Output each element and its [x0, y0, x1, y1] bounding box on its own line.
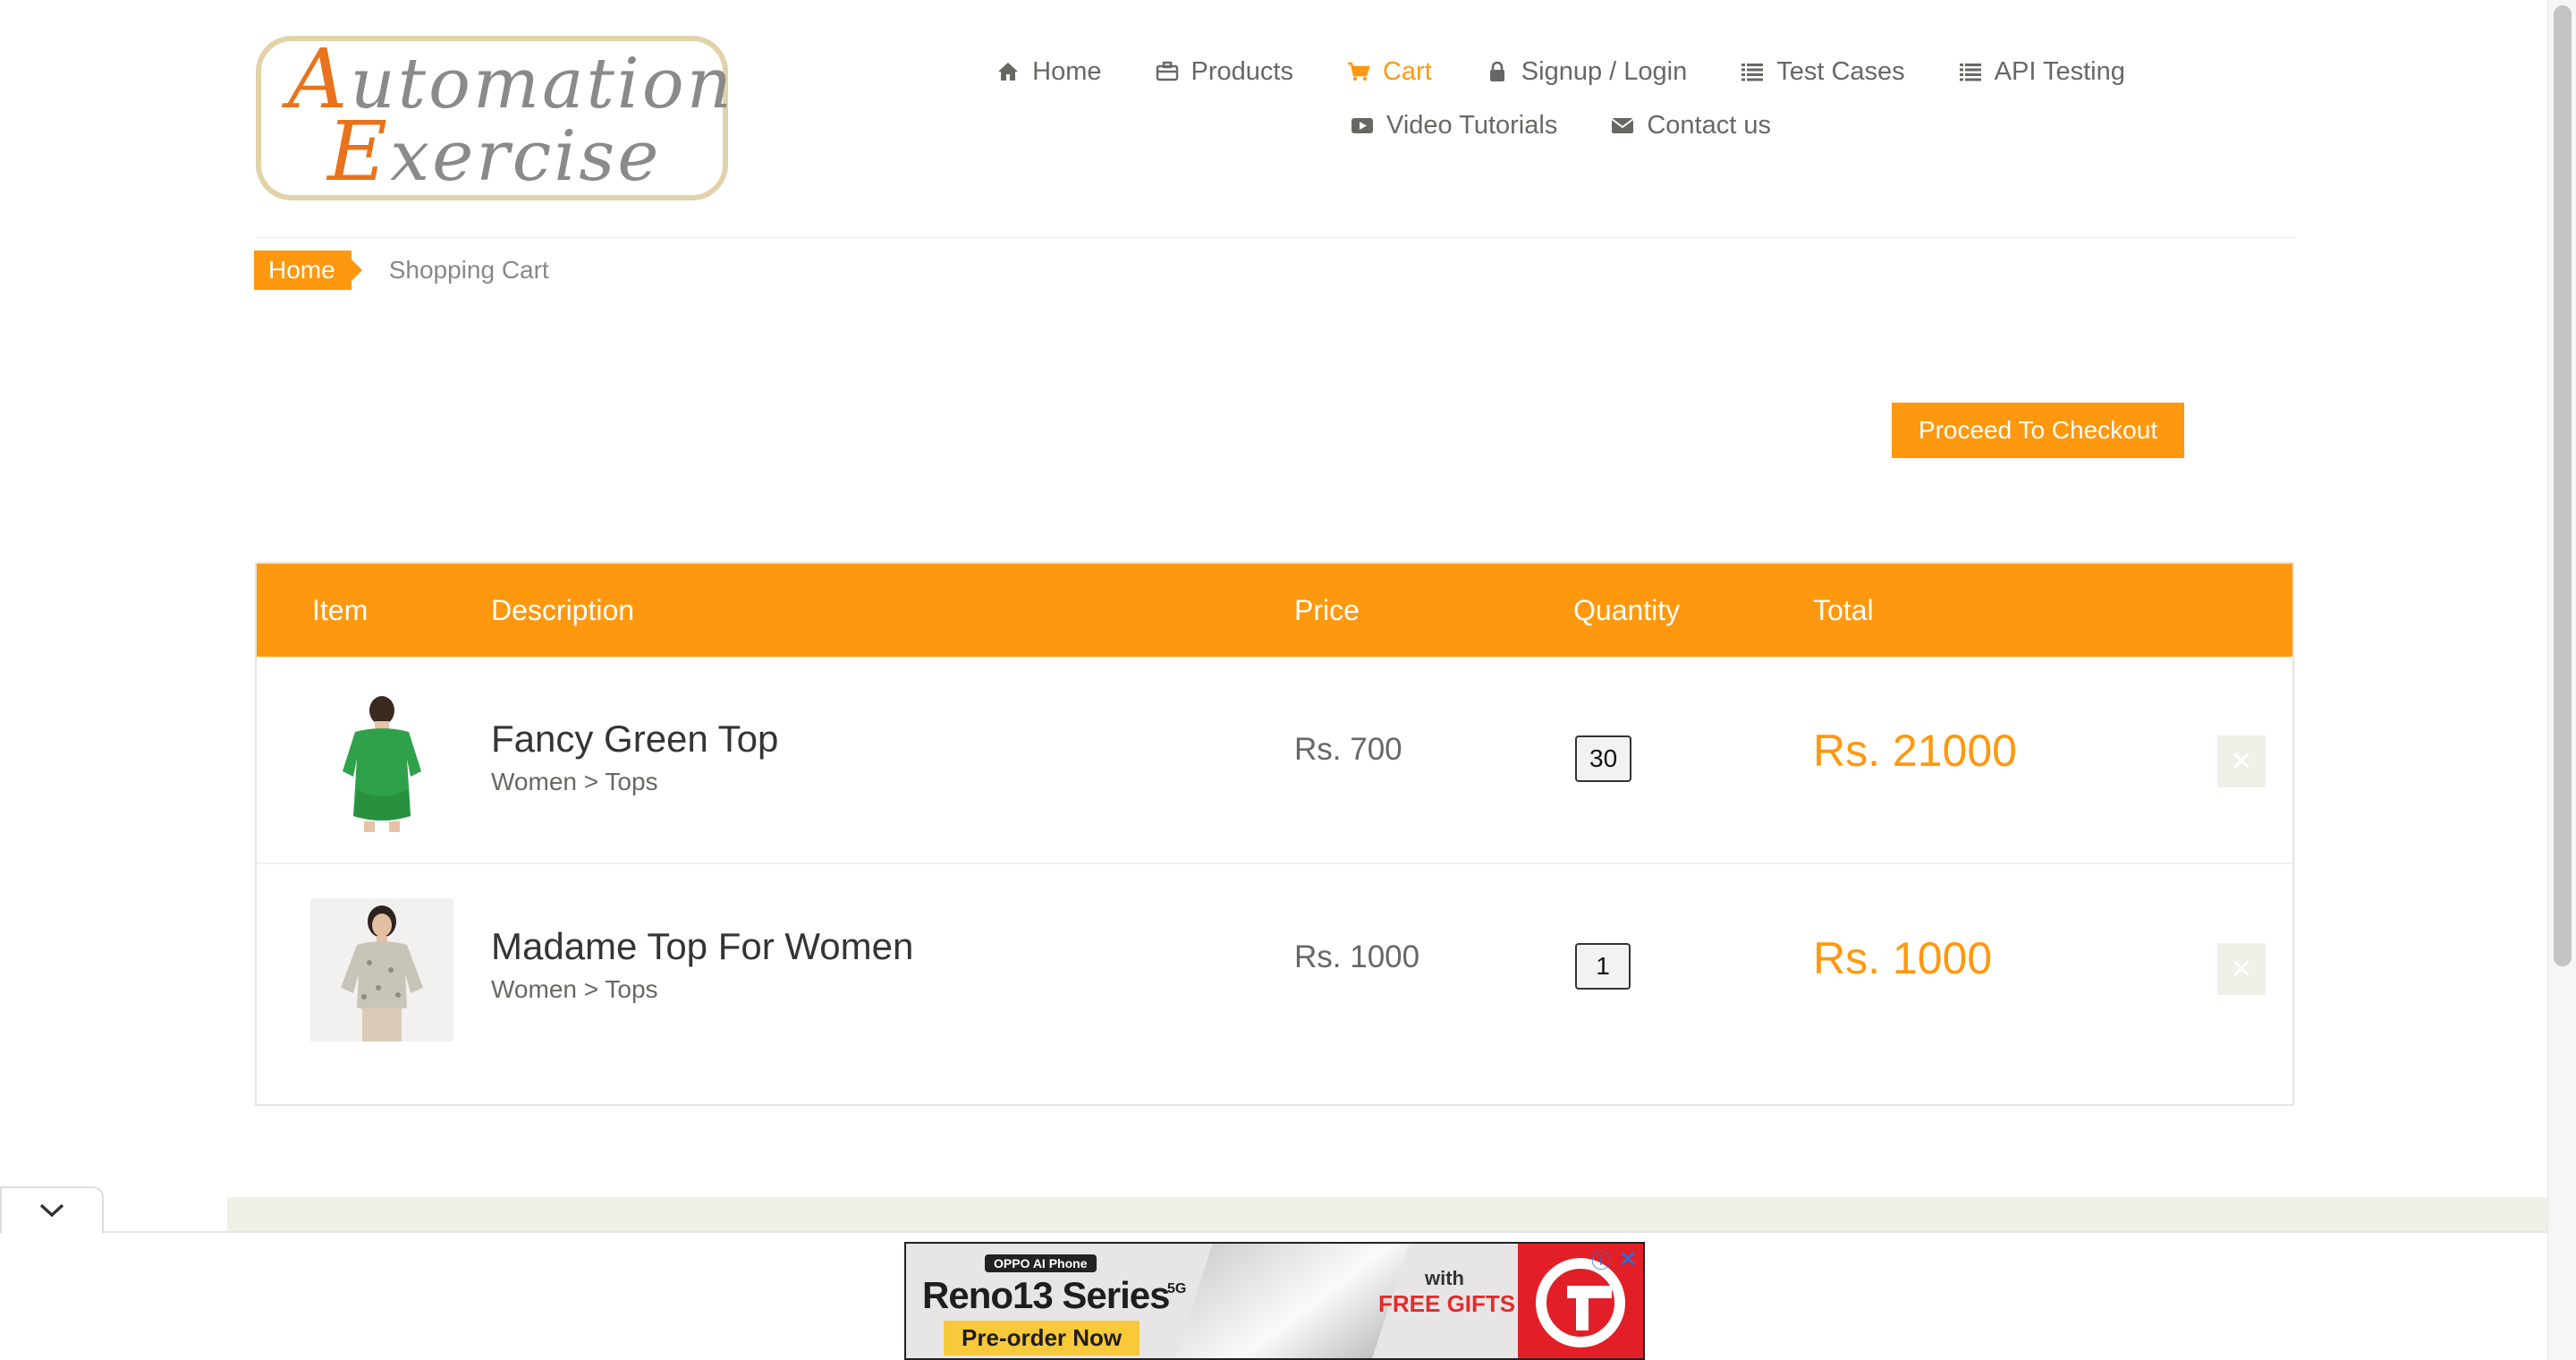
ad-gifts: FREE GIFTS [1378, 1290, 1516, 1317]
logo-rest-1: utomation [350, 44, 734, 124]
product-name-link[interactable]: Madame Top For Women [491, 925, 913, 968]
logo-rest-2: xercise [390, 116, 662, 197]
nav-row-2: Video Tutorials Contact us [975, 106, 2147, 145]
ad-cta: Pre-order Now [944, 1321, 1140, 1356]
nav-test-cases-label: Test Cases [1776, 56, 1905, 86]
nav-products[interactable]: Products [1129, 52, 1320, 91]
col-header-quantity: Quantity [1573, 594, 1681, 626]
ad-badge: 5G [1167, 1281, 1187, 1296]
breadcrumb-home-link[interactable]: Home [254, 251, 362, 290]
lock-icon [1489, 61, 1504, 81]
ad-with: with [1425, 1267, 1464, 1289]
page: Automation Exercise Home Products Cart S… [0, 0, 2576, 1360]
product-quantity: 30 [1575, 735, 1632, 782]
green-top-image[interactable] [310, 691, 453, 834]
product-name-link[interactable]: Fancy Green Top [491, 718, 778, 761]
ad-title: Reno13 Series [922, 1274, 1170, 1316]
col-header-total: Total [1813, 594, 1874, 626]
ad-brand: OPPO AI Phone [985, 1254, 1097, 1272]
delete-item-button[interactable]: ✕ [2217, 943, 2266, 995]
product-quantity: 1 [1575, 943, 1631, 990]
table-row: Madame Top For Women Women > Tops Rs. 10… [257, 864, 2292, 1072]
nav-home[interactable]: Home [970, 52, 1128, 91]
nav-products-label: Products [1191, 56, 1293, 86]
nav-contact-us-label: Contact us [1647, 110, 1771, 140]
advertisement-banner[interactable]: OPPO AI Phone Reno13 Series 5G Pre-order… [904, 1242, 1645, 1360]
product-price: Rs. 700 [1294, 732, 1402, 767]
proceed-to-checkout-button[interactable]: Proceed To Checkout [1892, 403, 2184, 458]
ad-close-icon[interactable]: ✕ [1618, 1245, 1638, 1273]
main-nav: Home Products Cart Signup / Login Test C… [975, 52, 2147, 145]
floral-top-image[interactable] [310, 898, 453, 1041]
close-icon: ✕ [2230, 954, 2253, 984]
list-icon [1741, 64, 1764, 81]
breadcrumb: Home Shopping Cart [254, 251, 549, 290]
youtube-play-icon [1352, 118, 1374, 133]
nav-contact-us[interactable]: Contact us [1584, 106, 1798, 145]
nav-api-testing-label: API Testing [1994, 56, 2125, 86]
nav-cart[interactable]: Cart [1320, 52, 1459, 91]
ad-collapse-toggle[interactable] [0, 1186, 104, 1233]
table-row: Fancy Green Top Women > Tops Rs. 700 30 … [257, 657, 2292, 864]
nav-signup-login[interactable]: Signup / Login [1459, 52, 1714, 91]
product-category: Women > Tops [491, 768, 658, 795]
ad-phone-image [1169, 1244, 1412, 1358]
nav-home-label: Home [1032, 56, 1102, 86]
col-header-item: Item [312, 594, 369, 626]
product-total: Rs. 1000 [1813, 933, 1993, 983]
col-header-price: Price [1294, 594, 1360, 626]
nav-video-tutorials-label: Video Tutorials [1386, 110, 1558, 140]
nav-row-1: Home Products Cart Signup / Login Test C… [975, 52, 2147, 91]
delete-item-button[interactable]: ✕ [2217, 735, 2266, 787]
cart-table-header: Item Description Price Quantity Total [257, 564, 2292, 657]
home-icon [998, 63, 1019, 81]
product-price: Rs. 1000 [1294, 939, 1420, 974]
nav-api-testing[interactable]: API Testing [1932, 52, 2152, 91]
shopping-cart-icon [1347, 62, 1370, 81]
chevron-down-icon [39, 1203, 64, 1218]
envelope-icon [1611, 118, 1634, 133]
col-header-description: Description [491, 594, 635, 626]
nav-cart-label: Cart [1382, 56, 1432, 86]
nav-video-tutorials[interactable]: Video Tutorials [1324, 106, 1584, 145]
page-scrollbar[interactable] [2547, 0, 2576, 1360]
footer-strip [227, 1197, 2547, 1231]
product-total: Rs. 21000 [1813, 726, 2017, 776]
site-logo[interactable]: Automation Exercise [256, 36, 732, 200]
nav-test-cases[interactable]: Test Cases [1714, 52, 1931, 91]
nav-signup-login-label: Signup / Login [1521, 56, 1688, 86]
product-category: Women > Tops [491, 975, 658, 1003]
header-divider [256, 237, 2295, 238]
briefcase-icon [1156, 61, 1178, 81]
ad-info-icon[interactable]: ⓘ [1591, 1245, 1611, 1274]
logo-line-2: Exercise [327, 104, 662, 200]
cart-table: Item Description Price Quantity Total Fa… [255, 562, 2294, 1106]
breadcrumb-current: Shopping Cart [388, 256, 549, 284]
list-icon [1959, 64, 1981, 81]
close-icon: ✕ [2230, 746, 2253, 777]
scrollbar-thumb[interactable] [2554, 5, 2572, 966]
